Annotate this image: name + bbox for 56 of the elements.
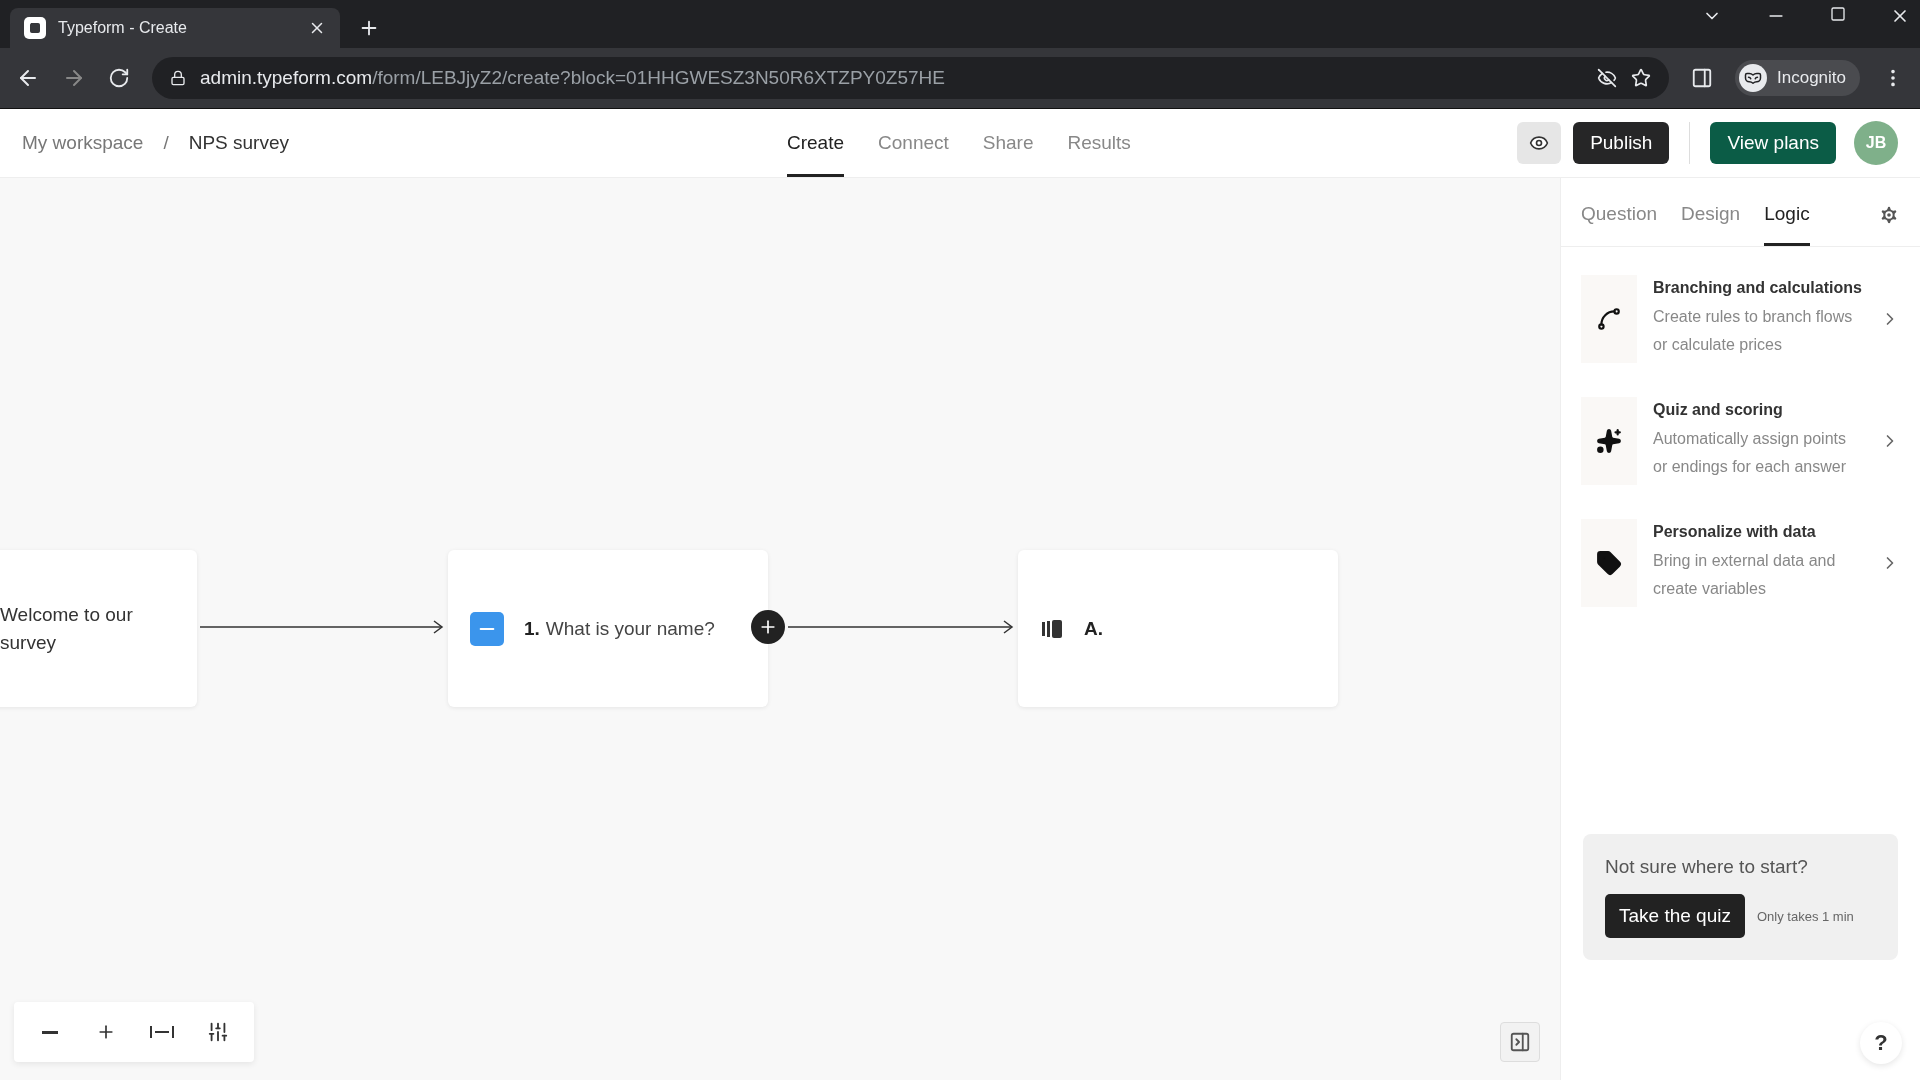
url-path: /form/LEBJjyZ2/create?block=01HHGWESZ3N50R6XTZPY0Z57HE xyxy=(372,67,946,89)
reload-icon[interactable] xyxy=(108,67,130,89)
side-panel-icon[interactable] xyxy=(1691,67,1713,89)
option-title: Quiz and scoring xyxy=(1653,401,1784,419)
branch-icon xyxy=(1596,306,1622,332)
lock-icon xyxy=(170,70,186,86)
address-bar[interactable]: admin.typeform.com/form/LEBJjyZ2/create?block=01HHGWESZ3N50R6XTZPY0Z57HE xyxy=(152,57,1669,99)
typeform-icon xyxy=(24,17,46,39)
restore-icon[interactable] xyxy=(1830,6,1846,22)
eye-icon xyxy=(1529,133,1550,153)
question-node[interactable]: 1. What is your name? xyxy=(448,550,768,707)
short-text-icon xyxy=(470,611,504,646)
incognito-icon xyxy=(1739,64,1767,92)
logic-option[interactable]: Quiz and scoring Automatically assign points or endings for each answer xyxy=(1581,397,1900,485)
ending-label: A. xyxy=(1084,617,1103,640)
option-description: Create rules to branch flows or calculate prices xyxy=(1653,307,1854,355)
help-card-title: Not sure where to start? xyxy=(1605,856,1809,878)
sparkle-icon xyxy=(1596,428,1622,454)
help-button[interactable]: ? xyxy=(1860,1022,1902,1064)
quiz-note: Only takes 1 min xyxy=(1756,908,1854,924)
add-icon[interactable] xyxy=(751,610,785,644)
tab-title: Typeform - Create xyxy=(58,19,188,37)
logic-option[interactable]: Personalize with data Bring in external data and create variables xyxy=(1581,519,1900,607)
option-title: Personalize with data xyxy=(1653,523,1817,541)
panel-tab[interactable]: Logic xyxy=(1764,203,1810,246)
preview-button[interactable] xyxy=(1517,122,1562,164)
panel-tab[interactable]: Design xyxy=(1681,203,1741,246)
ending-node[interactable]: A. xyxy=(1018,550,1338,707)
nav-tab[interactable]: Share xyxy=(982,109,1034,177)
panel-collapse-icon xyxy=(1509,1031,1531,1053)
breadcrumb-current: NPS survey xyxy=(188,132,289,154)
option-description: Automatically assign points or endings for each answer xyxy=(1653,429,1847,477)
question-title: 1. What is your name? xyxy=(524,617,715,640)
profile-chip[interactable]: Incognito xyxy=(1735,60,1860,96)
take-quiz-button[interactable]: Take the quiz xyxy=(1605,894,1745,938)
profile-label: Incognito xyxy=(1777,68,1846,88)
logic-option[interactable]: Branching and calculations Create rules to branch flows or calculate prices xyxy=(1581,275,1900,363)
browser-tab[interactable]: Typeform - Create xyxy=(10,8,340,48)
welcome-node[interactable]: Welcome to our survey xyxy=(0,550,197,707)
publish-button[interactable]: Publish xyxy=(1573,122,1670,164)
view-plans-button[interactable]: View plans xyxy=(1710,122,1836,164)
sliders-icon xyxy=(207,1021,229,1043)
option-title: Branching and calculations xyxy=(1653,279,1863,297)
panel-tab[interactable]: Question xyxy=(1581,203,1658,246)
welcome-text: Welcome to our survey xyxy=(0,602,133,655)
breadcrumb-link[interactable]: My workspace xyxy=(22,132,144,154)
nav-tab[interactable]: Connect xyxy=(878,109,949,177)
nav-tab[interactable]: Results xyxy=(1067,109,1131,177)
bookmark-star-icon[interactable] xyxy=(1631,68,1651,88)
breadcrumb-separator: / xyxy=(163,132,169,154)
url-host: admin.typeform.com xyxy=(200,67,373,89)
tag-icon xyxy=(1596,550,1622,576)
collapse-panel-button[interactable] xyxy=(1500,1022,1540,1062)
minus-icon xyxy=(42,1030,58,1034)
option-description: Bring in external data and create variables xyxy=(1653,551,1837,599)
eye-off-icon[interactable] xyxy=(1597,68,1617,88)
